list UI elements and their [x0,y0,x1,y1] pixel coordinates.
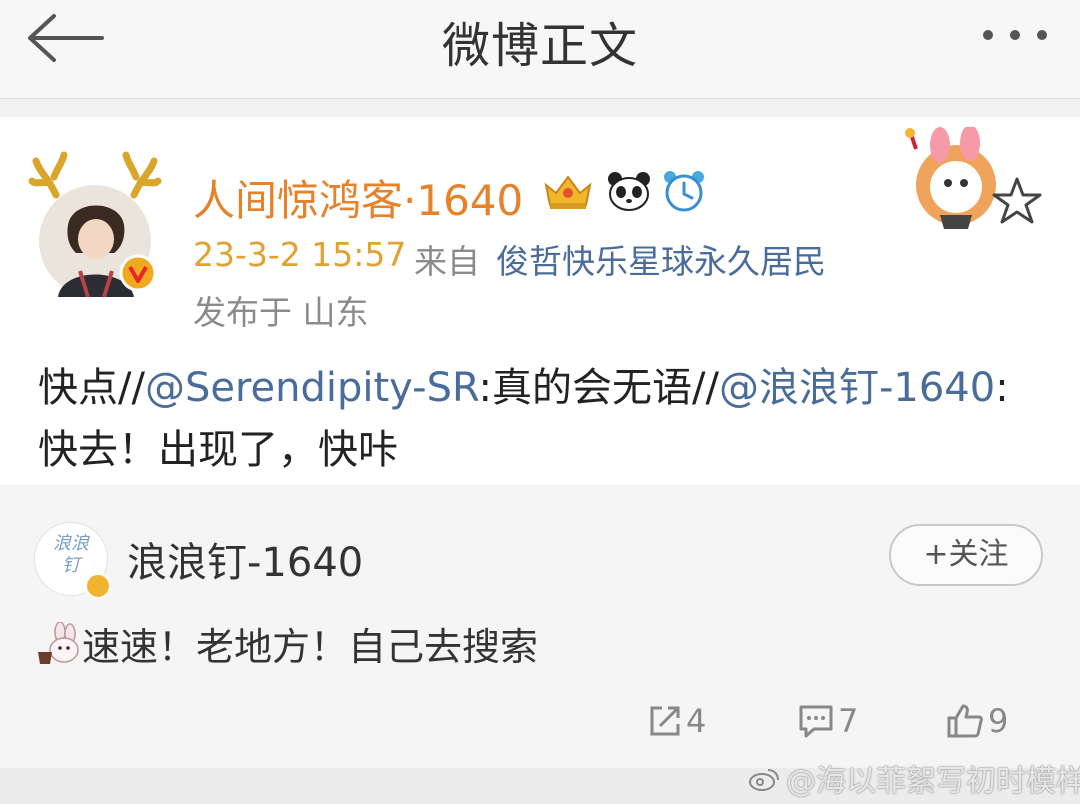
share-count: 4 [686,702,707,740]
alarm-clock-icon[interactable] [662,169,706,217]
panda-icon[interactable] [606,170,652,216]
avatar-text: 浪浪钉 [53,533,89,576]
top-nav-bar: 微博正文 [0,0,1080,99]
weibo-logo-icon [748,765,780,800]
mention-link[interactable]: @浪浪钉-1640 [719,365,995,411]
like-action[interactable]: 9 [946,702,1008,740]
watermark: @海以菲絮写初时模样 [748,756,1080,800]
favorite-star-icon[interactable] [990,175,1044,229]
repost-text: 速速！老地方！自己去搜索 [36,616,538,671]
repost-card[interactable]: 浪浪钉 浪浪钉-1640 +关注 速速！老地方！自己去搜索 4 7 9 [0,486,1080,768]
repost-message: 速速！老地方！自己去搜索 [82,625,539,669]
comment-count: 7 [838,702,859,740]
comment-icon [799,705,833,738]
action-bar: 4 7 9 [0,702,1080,742]
mention-link[interactable]: @Serendipity-SR [145,365,479,411]
post-timestamp: 23-3-2 15:57 [193,235,407,274]
decoration-pendant-icon[interactable] [900,125,1000,231]
watermark-text: @海以菲絮写初时模样 [786,764,1080,799]
post-username[interactable]: 人间惊鸿客·1640 [193,167,523,228]
crown-icon[interactable] [540,171,596,215]
share-action[interactable]: 4 [648,702,706,740]
post-location: 发布于 山东 [193,293,369,332]
comment-action[interactable]: 7 [798,702,858,740]
more-dots-icon[interactable] [978,20,1052,50]
verified-badge-icon [85,573,111,599]
user-avatar[interactable] [28,147,162,298]
source-prefix: 来自 [414,242,480,281]
like-count: 9 [988,702,1009,740]
user-badges [540,171,706,215]
repost-user-avatar[interactable]: 浪浪钉 [34,522,111,599]
body-segment: :真的会无语// [478,365,719,411]
post-text: 快点//@Serendipity-SR:真的会无语//@浪浪钉-1640:快去！… [38,357,1048,481]
follow-button[interactable]: +关注 [889,524,1043,586]
share-icon [650,706,680,736]
thumbs-up-icon [947,704,983,738]
post-card: 人间惊鸿客·1640 23-3-2 15:57 来自 俊哲快乐星球永久居民 发布… [0,117,1080,485]
page-title: 微博正文 [441,18,638,74]
rabbit-emoji-icon [36,620,80,666]
repost-username[interactable]: 浪浪钉-1640 [127,530,363,588]
post-source-link[interactable]: 俊哲快乐星球永久居民 [496,235,826,283]
body-segment: 快点// [38,365,145,411]
